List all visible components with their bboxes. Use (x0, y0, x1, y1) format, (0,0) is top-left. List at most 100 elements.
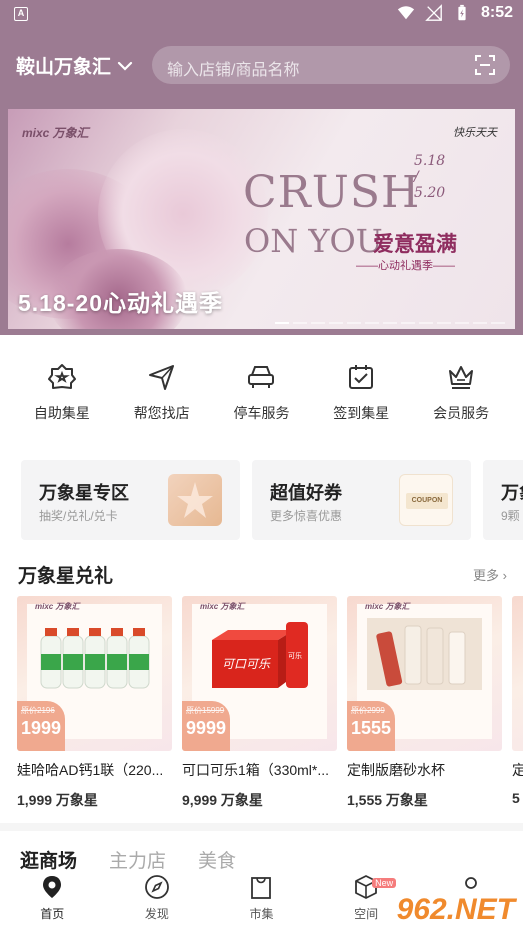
svg-text:可口可乐: 可口可乐 (222, 657, 271, 671)
quick-entry-label: 帮您找店 (133, 405, 190, 421)
status-bar: A 8:52 (0, 0, 523, 30)
nav-home[interactable]: 首页 (22, 874, 82, 929)
nav-market[interactable]: 市集 (231, 874, 291, 929)
new-badge: New (372, 878, 397, 888)
city-name: 鞍山万象汇 (16, 57, 112, 78)
tab-mall[interactable]: 逛商场 (20, 846, 77, 873)
section-title: 万象星兑礼 (18, 566, 114, 587)
banner-page-dot[interactable] (275, 322, 289, 324)
battery-icon (458, 4, 466, 21)
mixc-logo: mixc 万象汇 (35, 602, 80, 611)
nav-discover[interactable]: 发现 (127, 874, 187, 929)
watermark: 962.NET (396, 893, 515, 926)
banner-headline-en-2: ON YOU (244, 222, 383, 260)
search-input[interactable]: 输入店铺/商品名称 (152, 46, 510, 84)
product-name: 定 (512, 760, 523, 780)
banner-page-dot[interactable] (419, 322, 433, 324)
signature-logo: 快乐天天 (453, 126, 497, 139)
location-pin-icon (43, 876, 62, 898)
banner-title: 5.18-20心动礼遇季 (18, 290, 224, 316)
product-list: mixc 万象汇 原价2196 1999 娃哈哈AD钙1联（220... 1,9… (17, 596, 523, 812)
product-image: mixc 万象汇 原价2999 1555 (347, 596, 502, 751)
banner-page-dot[interactable] (491, 322, 505, 324)
category-tabs: 逛商场 主力店 美食 (20, 846, 236, 873)
quick-entry-member[interactable]: 会员服务 (416, 362, 506, 434)
tab-food[interactable]: 美食 (198, 846, 236, 873)
promo-banner[interactable]: mixc 万象汇 快乐天天 5.18 / 5.20 CRUSH ON YOU 爱… (8, 109, 515, 329)
quick-entry-parking[interactable]: 停车服务 (216, 362, 306, 434)
banner-page-dot[interactable] (437, 322, 451, 324)
more-link[interactable]: 更多 › (473, 565, 507, 584)
city-selector[interactable]: 鞍山万象汇 (16, 52, 133, 79)
banner-page-dot[interactable] (401, 322, 415, 324)
navigation-icon (148, 365, 174, 390)
banner-page-dot[interactable] (347, 322, 361, 324)
product-photo: 可口可乐 可乐 (212, 622, 308, 688)
svg-text:可乐: 可乐 (288, 651, 302, 660)
divider (0, 823, 523, 831)
quick-entry-label: 自助集星 (33, 405, 90, 421)
redeem-section-header: 万象星兑礼 更多 › (18, 561, 507, 587)
product-card[interactable]: mixc 万象汇 原价2999 1555 定制版磨砂水杯 1,555 万象星 (347, 596, 502, 810)
banner-page-dot[interactable] (383, 322, 397, 324)
mixc-logo: mixc 万象汇 (22, 126, 89, 140)
promo-card-subtitle: 抽奖/兑礼/兑卡 (39, 509, 118, 523)
no-signal-icon (425, 4, 442, 21)
banner-page-dot[interactable] (473, 322, 487, 324)
product-name: 可口可乐1箱（330ml*... (182, 762, 330, 778)
promo-card-title: 万象星专区 (39, 483, 129, 503)
product-price: 1,555 万象星 (347, 792, 428, 808)
product-name: 定制版磨砂水杯 (347, 762, 445, 778)
banner-page-dot[interactable] (311, 322, 325, 324)
banner-headline-en: CRUSH (243, 167, 421, 218)
nav-space[interactable]: 空间 New (336, 874, 397, 929)
nav-label: 空间 (354, 907, 379, 921)
banner-page-dot[interactable] (455, 322, 469, 324)
product-card[interactable]: mixc 万象汇 原价2196 1999 娃哈哈AD钙1联（220... 1,9… (17, 596, 172, 810)
promo-card-title: 超值好券 (270, 483, 342, 503)
coupon-image: COUPON (399, 474, 453, 526)
product-card[interactable]: 定 5 (512, 596, 523, 806)
nav-label: 首页 (40, 907, 65, 921)
promo-card-subtitle: 9颗 (501, 509, 520, 523)
product-photo (367, 618, 482, 690)
header: A 8:52 鞍山万象汇 输入店铺/商品名称 mixc 万象汇 快乐天天 5.1… (0, 0, 523, 335)
coupon-label: COUPON (406, 493, 448, 509)
clock: 8:52 (480, 4, 513, 21)
price-tag: 原价15999 9999 (182, 701, 230, 751)
compass-icon (144, 875, 169, 899)
wifi-icon (397, 6, 415, 20)
promo-card-star-zone[interactable]: 万象星专区 抽奖/兑礼/兑卡 (21, 460, 240, 540)
star-image (168, 474, 222, 526)
quick-entry-find-store[interactable]: 帮您找店 (117, 362, 207, 434)
mixc-logo: mixc 万象汇 (365, 602, 410, 611)
banner-page-dot[interactable] (365, 322, 379, 324)
banner-page-dot[interactable] (293, 322, 307, 324)
scan-icon[interactable] (475, 55, 495, 75)
quick-entry-checkin[interactable]: 签到集星 (316, 362, 406, 434)
product-photo (40, 628, 150, 689)
mixc-logo: mixc 万象汇 (200, 602, 245, 611)
promo-card-coupons[interactable]: 超值好券 更多惊喜优惠 COUPON (252, 460, 471, 540)
nav-label: 发现 (144, 907, 169, 921)
car-icon (248, 366, 275, 388)
notification-icon: A (14, 7, 28, 21)
promo-card-subtitle: 更多惊喜优惠 (270, 509, 343, 523)
quick-entry-self-star[interactable]: 自助集星 (17, 362, 107, 434)
bag-icon (251, 877, 272, 899)
product-card[interactable]: mixc 万象汇 可口可乐 可乐 原价15999 9999 可口可乐1箱（330… (182, 596, 337, 810)
product-image: mixc 万象汇 可口可乐 可乐 原价15999 9999 (182, 596, 337, 751)
quick-entry-label: 签到集星 (333, 405, 390, 421)
promo-card-partial[interactable]: 万象 9颗 (483, 460, 523, 540)
product-price: 1,999 万象星 (17, 792, 98, 808)
product-price: 5 (512, 790, 520, 806)
banner-page-dot[interactable] (329, 322, 343, 324)
quick-entry-label: 停车服务 (233, 405, 290, 421)
tab-anchor-stores[interactable]: 主力店 (109, 846, 166, 873)
crown-icon (449, 366, 474, 389)
quick-entries: 自助集星 帮您找店 停车服务 签到集星 会员服务 (0, 362, 523, 434)
search-placeholder: 输入店铺/商品名称 (167, 62, 300, 79)
banner-headline-cn: 爱意盈满 (373, 233, 457, 256)
nav-label: 市集 (249, 907, 274, 921)
star-badge-icon (47, 364, 76, 389)
